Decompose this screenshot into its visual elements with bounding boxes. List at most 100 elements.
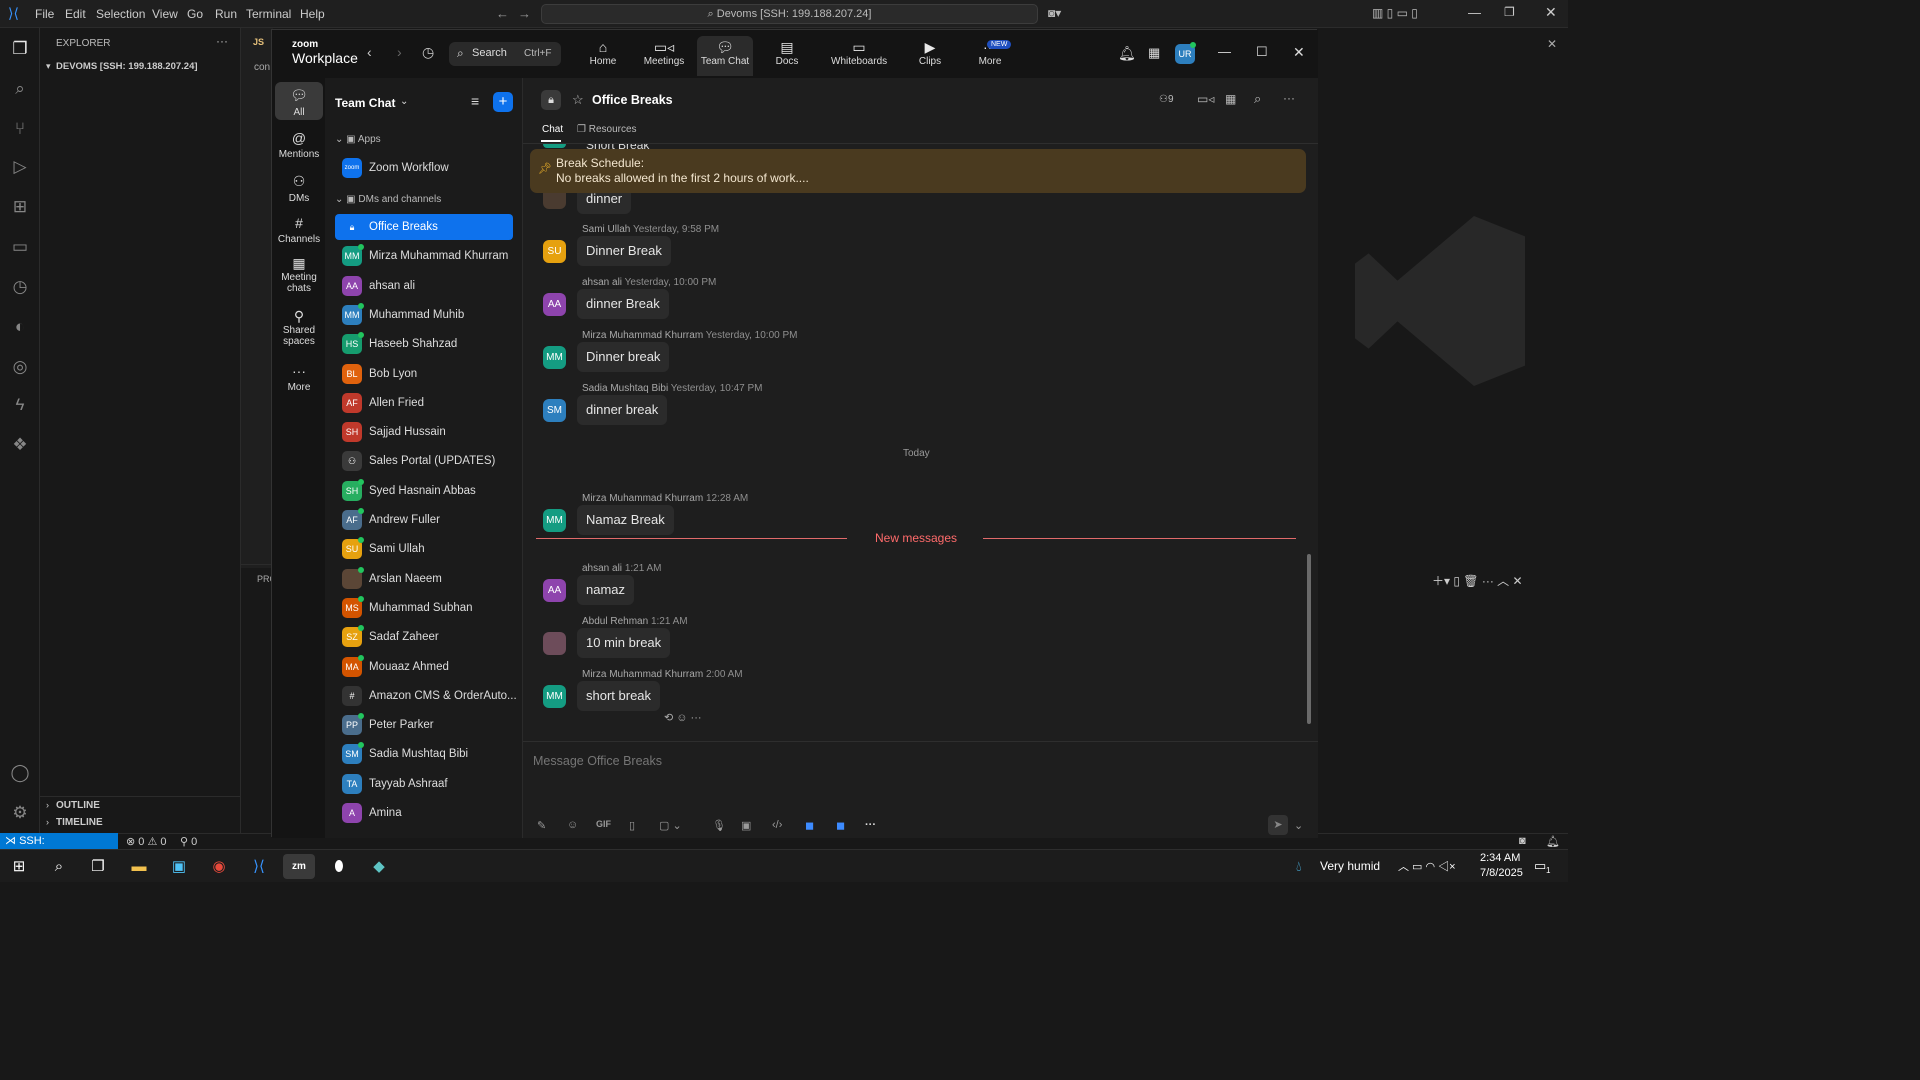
close-icon[interactable]: ✕ <box>1547 37 1557 51</box>
menu-selection[interactable]: Selection <box>96 7 145 21</box>
clock-date[interactable]: 7/8/2025 <box>1480 867 1523 879</box>
forward-arrow-icon[interactable]: → <box>518 6 531 21</box>
code-icon[interactable]: ‹/› <box>772 819 782 831</box>
hover-actions[interactable]: ⟲ ☺ ··· <box>664 711 702 724</box>
list-item-zoom-workflow[interactable]: zoom Zoom Workflow <box>335 155 513 181</box>
message-bubble[interactable]: short break <box>577 681 661 711</box>
menu-file[interactable]: File <box>35 7 54 21</box>
app-icon-2[interactable]: ◼ <box>836 819 845 832</box>
avatar[interactable]: AA <box>543 293 566 316</box>
close-icon[interactable]: ✕ <box>1293 44 1305 61</box>
tab-docs[interactable]: ▤ Docs <box>759 36 815 76</box>
new-chat-button[interactable]: + <box>493 92 513 112</box>
python-icon[interactable]: ❖ <box>9 434 31 456</box>
copilot-status-icon[interactable]: ◙ <box>1519 835 1526 847</box>
list-item[interactable]: A Amina <box>335 800 513 826</box>
bell-icon[interactable]: 🔔︎ <box>1118 45 1136 62</box>
video-icon[interactable]: ▭◃ <box>1197 92 1214 106</box>
list-item[interactable]: AF Andrew Fuller <box>335 507 513 533</box>
menu-go[interactable]: Go <box>187 7 203 21</box>
video-message-icon[interactable]: ▣ <box>741 819 751 832</box>
message-bubble[interactable]: dinner break <box>577 395 668 425</box>
dms-section-header[interactable]: ⌄ ▣ DMs and channels <box>335 194 441 205</box>
list-item[interactable]: SZ Sadaf Zaheer <box>335 624 513 650</box>
tab-home[interactable]: ⌂ Home <box>575 36 631 76</box>
restore-icon[interactable]: ❐ <box>1504 5 1515 19</box>
remote-explorer-icon[interactable]: ▭ <box>9 236 31 258</box>
tab-clips[interactable]: ▶︎ Clips <box>902 36 958 76</box>
list-item[interactable]: TA Tayyab Ashraaf <box>335 771 513 797</box>
avatar[interactable]: MM <box>543 685 566 708</box>
avatar[interactable]: SM <box>543 399 566 422</box>
menu-run[interactable]: Run <box>215 7 237 21</box>
chevron-down-icon[interactable]: ⌄ <box>1294 819 1303 832</box>
list-item[interactable]: # Amazon CMS & OrderAuto... <box>335 683 517 709</box>
menu-help[interactable]: Help <box>300 7 325 21</box>
search-icon[interactable]: ⌕ <box>9 78 31 100</box>
maximize-icon[interactable]: ☐ <box>1256 44 1268 60</box>
rail-mentions[interactable]: @ Mentions <box>275 130 323 160</box>
file-icon[interactable]: ▯ <box>629 819 635 832</box>
panel-actions-icons[interactable]: ＋▾ ▯ 🗑 ··· ︿ ✕ <box>1432 572 1523 589</box>
list-item[interactable]: HS Haseeb Shahzad <box>335 331 513 357</box>
message-sender[interactable]: Mirza Muhammad Khurram <box>582 669 703 680</box>
list-item[interactable]: BL Bob Lyon <box>335 361 513 387</box>
explorer-icon[interactable]: ❐ <box>9 38 31 60</box>
copilot-icon[interactable]: ◙▾ <box>1048 6 1061 20</box>
search-icon[interactable]: ⌕ <box>43 854 75 879</box>
list-item[interactable]: PP Peter Parker <box>335 712 513 738</box>
notification-icon[interactable]: ▭ <box>1534 858 1546 874</box>
channel-title[interactable]: Office Breaks <box>592 93 673 107</box>
close-icon[interactable]: ✕ <box>1545 4 1557 21</box>
ports-indicator[interactable]: ⚲ 0 <box>180 835 197 848</box>
account-icon[interactable]: ◯ <box>9 762 31 784</box>
message-bubble[interactable]: Namaz Break <box>577 505 674 535</box>
menu-terminal[interactable]: Terminal <box>246 7 291 21</box>
avatar[interactable]: MM <box>543 509 566 532</box>
outline-section[interactable]: OUTLINE <box>56 800 100 811</box>
message-sender[interactable]: Mirza Muhammad Khurram <box>582 330 703 341</box>
menu-view[interactable]: View <box>152 7 178 21</box>
rail-more[interactable]: ··· More <box>275 363 323 393</box>
rail-shared-spaces[interactable]: ⚲ Shared spaces <box>275 309 323 347</box>
app-icon[interactable]: ⬮ <box>323 854 355 879</box>
layout-icons[interactable]: ▥ ▯ ▭ ▯ <box>1372 6 1418 20</box>
menu-edit[interactable]: Edit <box>65 7 86 21</box>
star-icon[interactable]: ☆ <box>572 92 584 108</box>
mic-icon[interactable]: 🎙︎ <box>712 819 726 832</box>
list-item[interactable]: SU Sami Ullah <box>335 536 513 562</box>
list-item[interactable]: AA ahsan ali <box>335 273 513 299</box>
apps-section-header[interactable]: ⌄ ▣ Apps <box>335 134 381 145</box>
rail-channels[interactable]: # Channels <box>275 215 323 245</box>
rail-all[interactable]: 💬︎ All <box>275 82 323 120</box>
back-arrow-icon[interactable]: ← <box>496 6 509 21</box>
problems-indicator[interactable]: ⊗ 0 ⚠ 0 <box>126 835 167 848</box>
run-debug-icon[interactable]: ▷ <box>9 156 31 178</box>
bell-icon[interactable]: 🔔︎ <box>1546 835 1560 848</box>
back-icon[interactable]: ‹ <box>367 44 372 60</box>
gitlens-icon[interactable]: ◐ <box>9 316 31 338</box>
tab-chat[interactable]: Chat <box>542 124 563 135</box>
zoom-taskbar-icon[interactable]: zm <box>283 854 315 879</box>
gear-icon[interactable]: ⚙ <box>9 802 31 824</box>
message-bubble[interactable]: 10 min break <box>577 628 671 658</box>
list-item[interactable]: MM Muhammad Muhib <box>335 302 513 328</box>
rail-dms[interactable]: ⚇ DMs <box>275 173 323 204</box>
remote-ssh-badge[interactable]: ⋊ SSH: 199.188.207.24 <box>0 833 118 863</box>
windows-start-icon[interactable]: ⊞ <box>3 854 35 879</box>
message-bubble[interactable]: namaz <box>577 575 635 605</box>
file-explorer-icon[interactable]: ▬ <box>123 854 155 879</box>
message-bubble[interactable]: dinner Break <box>577 289 669 319</box>
thunder-icon[interactable]: ϟ <box>9 394 31 416</box>
chevron-down-icon[interactable]: ⌄ <box>400 96 408 107</box>
calendar-icon[interactable]: ▦ <box>1225 92 1236 106</box>
docker-icon[interactable]: ◎ <box>9 356 31 378</box>
message-sender[interactable]: ahsan ali <box>582 277 622 288</box>
explorer-root[interactable]: DEVOMS [SSH: 199.188.207.24] <box>56 61 198 72</box>
more-icon[interactable]: ··· <box>865 819 876 831</box>
minimize-icon[interactable]: — <box>1218 44 1231 59</box>
list-item[interactable]: MA Mouaaz Ahmed <box>335 654 513 680</box>
list-item[interactable]: AF Allen Fried <box>335 390 513 416</box>
calendar-icon[interactable]: ▦ <box>1148 45 1160 61</box>
editor-tab-js[interactable]: JS <box>253 37 264 47</box>
